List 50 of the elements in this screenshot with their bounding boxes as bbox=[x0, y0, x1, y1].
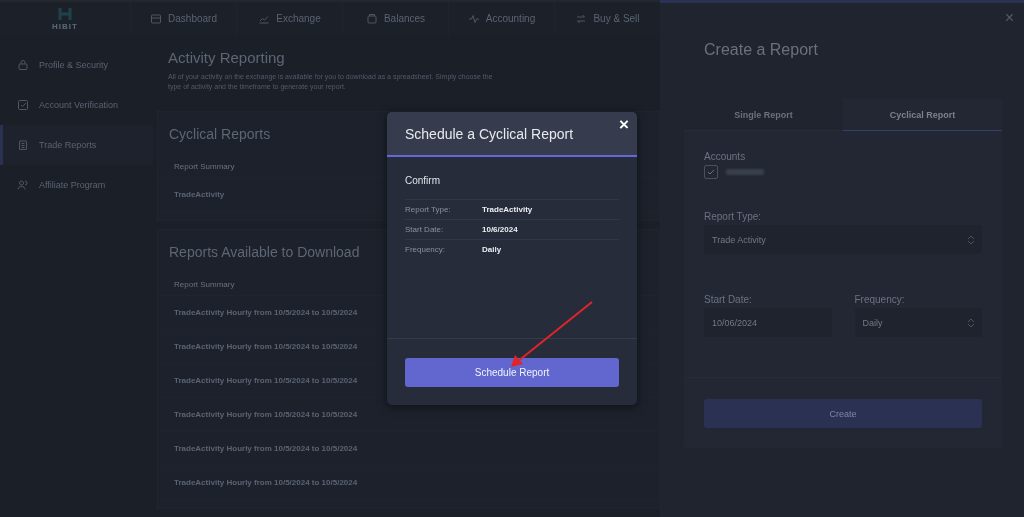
page-title: Activity Reporting bbox=[167, 49, 286, 67]
dialog-subtitle: Confirm bbox=[405, 175, 441, 186]
checkbox-icon bbox=[17, 99, 29, 112]
tab[interactable]: Single Report bbox=[684, 99, 843, 131]
pulse-icon bbox=[467, 12, 480, 25]
updown-caret-icon bbox=[968, 234, 974, 245]
users-icon bbox=[17, 179, 29, 192]
card-title: Cyclical Reports bbox=[169, 126, 271, 142]
nav-item[interactable]: Exchange bbox=[236, 2, 342, 36]
account-checkbox[interactable] bbox=[704, 165, 718, 179]
sidebar-item[interactable]: Profile & Security bbox=[0, 45, 153, 86]
close-button[interactable]: × bbox=[1004, 9, 1014, 27]
report-row[interactable]: TradeActivity Hourly from 10/5/2024 to 10/5/2024 bbox=[158, 466, 659, 500]
detail-value: Daily bbox=[482, 245, 502, 254]
start-date-field[interactable]: 10/06/2024 bbox=[704, 308, 832, 337]
lock-icon bbox=[17, 59, 29, 72]
field-label: Start Date: bbox=[704, 294, 752, 305]
detail-label: Start Date: bbox=[405, 225, 445, 234]
detail-label: Frequency: bbox=[405, 245, 447, 254]
clipboard-icon bbox=[17, 139, 29, 152]
sidebar-item[interactable]: Account Verification bbox=[0, 85, 153, 126]
swap-icon bbox=[575, 12, 588, 25]
updown-caret-icon bbox=[968, 317, 974, 328]
card-title: Reports Available to Download bbox=[169, 244, 360, 260]
logo-icon bbox=[58, 6, 72, 21]
nav-item[interactable]: Balances bbox=[342, 2, 448, 36]
report-row[interactable]: TradeActivity Hourly from 10/5/2024 to 10/5/2024 bbox=[158, 432, 659, 466]
dialog-title: Schedule a Cyclical Report bbox=[405, 125, 574, 142]
detail-value: TradeActivity bbox=[482, 205, 533, 214]
sidebar-item[interactable]: Affiliate Program bbox=[0, 165, 153, 206]
blurred-account-name bbox=[726, 169, 764, 175]
schedule-report-button[interactable]: Schedule Report bbox=[405, 357, 619, 387]
dashboard-icon bbox=[150, 12, 163, 25]
nav-item[interactable]: Accounting bbox=[448, 2, 554, 36]
field-label: Report Type: bbox=[704, 211, 762, 222]
drawer-title: Create a Report bbox=[704, 41, 818, 59]
create-button[interactable]: Create bbox=[704, 399, 982, 428]
report-type-select[interactable]: Trade Activity bbox=[704, 225, 982, 254]
detail-label: Report Type: bbox=[405, 205, 452, 214]
field-label: Frequency: bbox=[854, 294, 905, 305]
logo-text: HIBIT bbox=[52, 21, 78, 31]
field-label: Accounts bbox=[704, 151, 746, 162]
sidebar-item[interactable]: Trade Reports bbox=[0, 125, 153, 166]
wallet-icon bbox=[365, 12, 378, 25]
checkmark-icon bbox=[707, 168, 715, 176]
frequency-select[interactable]: Daily bbox=[854, 308, 982, 337]
detail-value: 10/6/2024 bbox=[482, 225, 518, 234]
close-button[interactable]: × bbox=[619, 115, 629, 135]
tab[interactable]: Cyclical Report bbox=[843, 99, 1002, 131]
nav-item[interactable]: Dashboard bbox=[130, 2, 236, 36]
